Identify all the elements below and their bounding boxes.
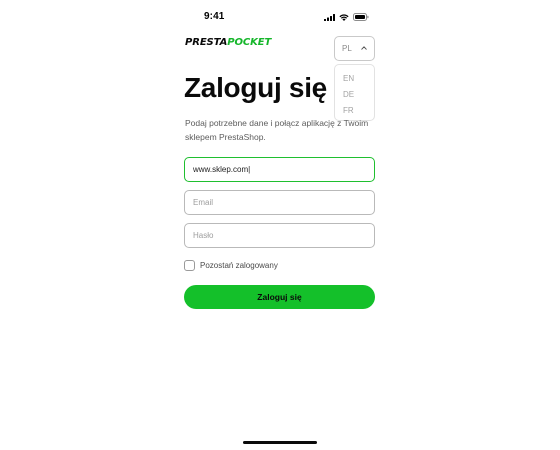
language-select[interactable]: PL [334,36,375,61]
page-title: Zaloguj się [184,72,327,103]
cellular-signal-icon [324,13,335,21]
status-time: 9:41 [204,11,225,22]
shop-url-input[interactable] [184,157,375,182]
remember-me-checkbox[interactable] [184,260,195,271]
status-icons [324,13,369,21]
logo-text-presta: PRESTA [185,37,228,48]
language-selected-value: PL [342,44,352,53]
chevron-up-icon [361,46,367,50]
wifi-icon [339,13,349,21]
password-input[interactable] [184,223,375,248]
email-input[interactable] [184,190,375,215]
remember-me-row[interactable]: Pozostań zalogowany [184,260,278,271]
language-dropdown-menu: EN DE FR [334,64,375,121]
language-option-en[interactable]: EN [335,71,374,87]
logo-text-pocket: POCKET [227,37,272,48]
login-button[interactable]: Zaloguj się [184,285,375,309]
battery-icon [353,13,369,21]
remember-me-label: Pozostań zalogowany [200,261,278,270]
page-subtitle: Podaj potrzebne dane i połącz aplikację … [185,118,369,142]
language-option-de[interactable]: DE [335,87,374,103]
prestapocket-logo: PRESTAPOCKET [185,37,271,48]
home-indicator [243,441,317,444]
login-screen: 9:41 PRESTAPOCKET PL EN DE FR Zaloguj si… [0,0,560,450]
